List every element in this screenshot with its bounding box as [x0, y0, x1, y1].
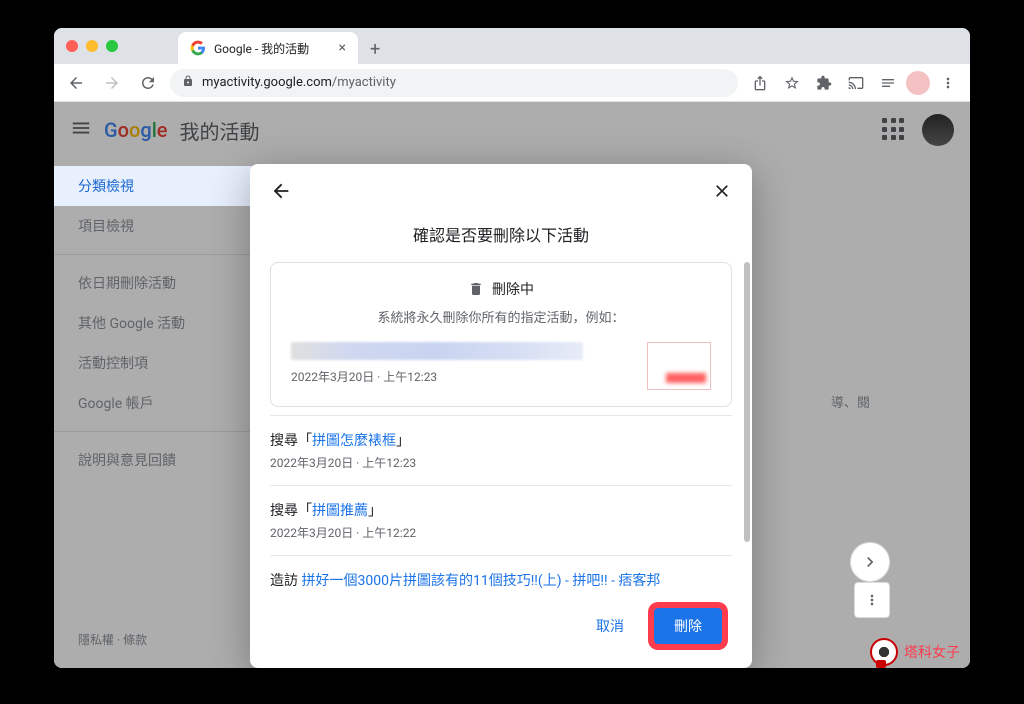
tab-close-icon[interactable]: ×	[339, 40, 346, 56]
activity-label: 造訪 拼好一個3000片拼圖該有的11個技巧!!(上) - 拼吧!! - 痞客邦	[270, 570, 732, 590]
activity-item: 搜尋「拼圖推薦」 2022年3月20日 · 上午12:22	[270, 485, 732, 555]
browser-window: Google - 我的活動 × + myactivity.google.com/…	[54, 28, 970, 668]
activity-timestamp: 2022年3月20日 · 上午12:22	[270, 524, 732, 541]
activity-link[interactable]: 拼好一個3000片拼圖該有的11個技巧!!(上) - 拼吧!! - 痞客邦	[301, 573, 660, 589]
browser-tab[interactable]: Google - 我的活動 ×	[178, 32, 358, 64]
cast-icon[interactable]	[842, 69, 870, 97]
share-icon[interactable]	[746, 69, 774, 97]
delete-button[interactable]: 刪除	[654, 608, 722, 644]
google-favicon	[190, 40, 206, 56]
page-content: Google 我的活動 分類檢視 項目檢視 依日期刪除活動 其他 Google …	[54, 102, 970, 668]
sidebar-footer[interactable]: 隱私權 · 條款	[78, 631, 147, 648]
dialog-header	[250, 164, 752, 222]
minimize-window-button[interactable]	[86, 40, 98, 52]
blurred-activity-title	[291, 342, 583, 360]
next-arrow-button[interactable]	[850, 542, 890, 582]
activity-label: 搜尋「拼圖怎麼裱框」	[270, 430, 732, 450]
back-arrow-icon[interactable]	[270, 180, 292, 206]
dialog-footer: 取消 刪除	[250, 590, 752, 668]
dialog-body: 刪除中 系統將永久刪除你所有的指定活動，例如： 2022年3月20日 · 上午1…	[250, 262, 752, 590]
activity-label: 搜尋「拼圖推薦」	[270, 500, 732, 520]
activity-link[interactable]: 拼圖推薦	[312, 503, 368, 519]
activity-item: 搜尋「拼圖怎麼裱框」 2022年3月20日 · 上午12:23	[270, 415, 732, 485]
back-button[interactable]	[62, 69, 90, 97]
watermark: 塔科女子	[870, 638, 960, 666]
bookmark-star-icon[interactable]	[778, 69, 806, 97]
background-text: 導、閱	[831, 392, 870, 411]
window-titlebar: Google - 我的活動 × +	[54, 28, 970, 64]
url-bar[interactable]: myactivity.google.com/myactivity	[170, 69, 738, 97]
activity-timestamp: 2022年3月20日 · 上午12:23	[291, 368, 635, 385]
extensions-icon[interactable]	[810, 69, 838, 97]
close-window-button[interactable]	[66, 40, 78, 52]
cancel-button[interactable]: 取消	[580, 608, 640, 644]
more-options-button[interactable]	[854, 582, 890, 618]
traffic-lights	[66, 40, 118, 52]
tab-title: Google - 我的活動	[214, 40, 309, 57]
close-icon[interactable]	[712, 181, 732, 206]
new-tab-button[interactable]: +	[366, 35, 384, 64]
delete-preview-section: 刪除中 系統將永久刪除你所有的指定活動，例如： 2022年3月20日 · 上午1…	[270, 262, 732, 407]
watermark-icon	[870, 638, 898, 666]
forward-button[interactable]	[98, 69, 126, 97]
activity-preview: 2022年3月20日 · 上午12:23	[291, 342, 711, 390]
address-bar: myactivity.google.com/myactivity	[54, 64, 970, 102]
scrollbar[interactable]	[744, 262, 750, 542]
menu-icon[interactable]	[934, 69, 962, 97]
activity-item: 造訪 拼好一個3000片拼圖該有的11個技巧!!(上) - 拼吧!! - 痞客邦…	[270, 555, 732, 590]
activity-thumbnail	[647, 342, 711, 390]
confirm-delete-dialog: 確認是否要刪除以下活動 刪除中 系統將永久刪除你所有的指定活動，例如： 2022…	[250, 164, 752, 668]
activity-timestamp: 2022年3月20日 · 上午12:23	[270, 454, 732, 471]
url-text: myactivity.google.com/myactivity	[202, 75, 396, 90]
watermark-text: 塔科女子	[904, 642, 960, 662]
tabs-bar: Google - 我的活動 × +	[178, 28, 384, 64]
deleting-description: 系統將永久刪除你所有的指定活動，例如：	[291, 307, 711, 326]
lock-icon	[182, 75, 194, 91]
maximize-window-button[interactable]	[106, 40, 118, 52]
activity-link[interactable]: 拼圖怎麼裱框	[312, 433, 396, 449]
reload-button[interactable]	[134, 69, 162, 97]
reading-list-icon[interactable]	[874, 69, 902, 97]
trash-icon	[468, 281, 484, 297]
toolbar-icons	[746, 69, 962, 97]
dialog-title: 確認是否要刪除以下活動	[250, 222, 752, 246]
deleting-header: 刪除中	[291, 279, 711, 299]
profile-avatar[interactable]	[906, 71, 930, 95]
delete-button-highlight: 刪除	[648, 602, 728, 650]
